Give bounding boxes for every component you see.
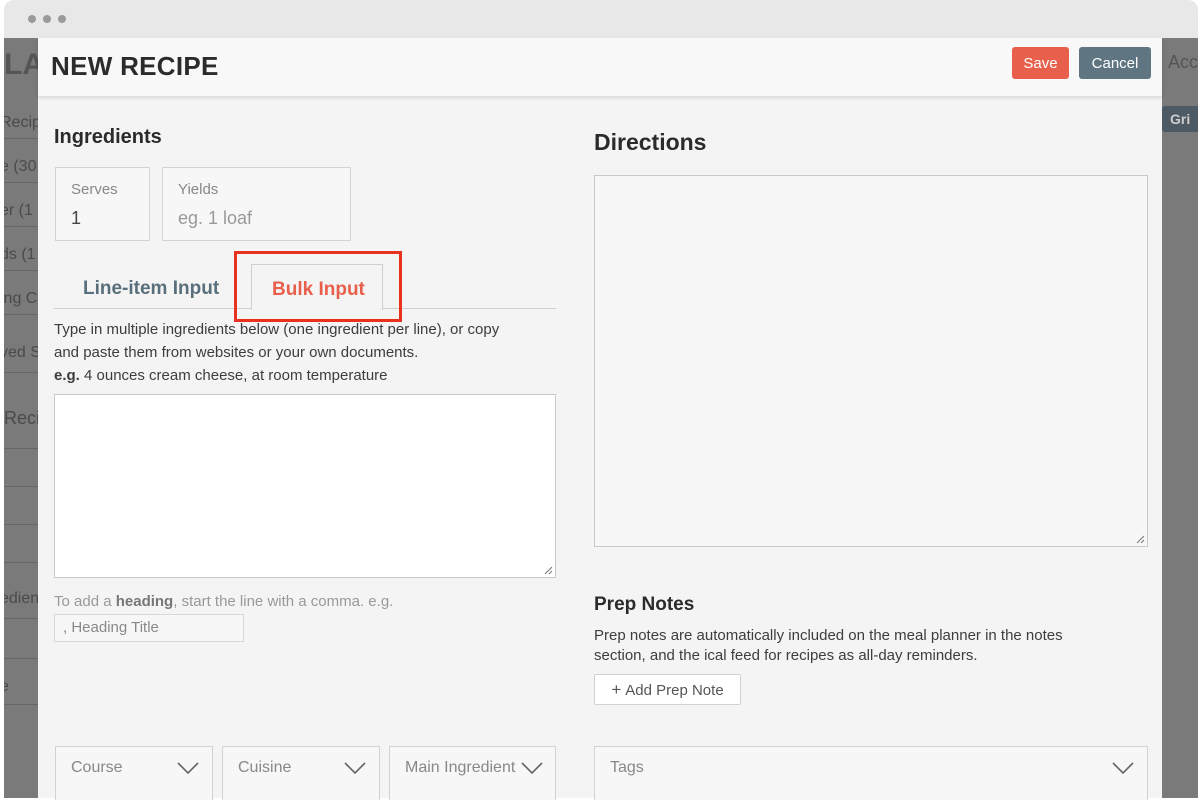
background-sidebar-item: ved S bbox=[4, 344, 41, 361]
yields-label: Yields bbox=[178, 181, 219, 198]
background-divider bbox=[4, 138, 38, 139]
example-text: 4 ounces cream cheese, at room temperatu… bbox=[84, 367, 388, 384]
cancel-button[interactable]: Cancel bbox=[1079, 47, 1151, 79]
course-select[interactable]: Course bbox=[55, 746, 213, 800]
new-recipe-modal: NEW RECIPE Save Cancel Ingredients Serve… bbox=[38, 38, 1162, 800]
background-divider bbox=[4, 270, 38, 271]
background-sidebar-item: ds (1 bbox=[4, 246, 36, 263]
help-line-1: Type in multiple ingredients below (one … bbox=[54, 321, 500, 338]
prep-notes-heading: Prep Notes bbox=[594, 594, 695, 615]
chevron-down-icon bbox=[177, 762, 199, 774]
add-prep-note-button[interactable]: + Add Prep Note bbox=[594, 674, 741, 705]
plus-icon: + bbox=[611, 679, 622, 699]
background-divider bbox=[4, 372, 38, 373]
background-divider bbox=[4, 486, 38, 487]
background-divider bbox=[4, 524, 38, 525]
tags-select[interactable]: Tags bbox=[594, 746, 1148, 800]
background-divider bbox=[4, 618, 38, 619]
ingredients-heading: Ingredients bbox=[54, 126, 162, 148]
background-sidebar-item: Reci bbox=[4, 408, 41, 428]
background-divider bbox=[4, 314, 38, 315]
main-ingredient-select-label: Main Ingredient bbox=[405, 759, 516, 776]
background-sidebar-item: e (30 bbox=[4, 158, 37, 175]
browser-window: LA Acc Gri Recipe e (30 er (1 ds (1 ing … bbox=[0, 0, 1200, 800]
highlight-box bbox=[234, 251, 402, 322]
help-line-2: and paste them from websites or your own… bbox=[54, 344, 419, 361]
background-divider bbox=[4, 226, 38, 227]
background-sidebar-item: e bbox=[4, 678, 9, 695]
cuisine-select-label: Cuisine bbox=[238, 759, 292, 776]
prep-notes-description: Prep notes are automatically included on… bbox=[594, 627, 1063, 664]
background-sidebar-item: er (1 bbox=[4, 202, 33, 219]
background-divider bbox=[4, 704, 38, 705]
chevron-down-icon bbox=[521, 762, 543, 774]
modal-header: NEW RECIPE Save Cancel bbox=[38, 38, 1162, 96]
yields-placeholder: eg. 1 loaf bbox=[178, 208, 253, 228]
background-divider bbox=[4, 562, 38, 563]
heading-example: , Heading Title bbox=[54, 614, 244, 642]
example-prefix: e.g. bbox=[54, 367, 80, 384]
resize-handle-icon[interactable] bbox=[1136, 535, 1145, 544]
window-dot-icon[interactable] bbox=[28, 15, 36, 23]
chevron-down-icon bbox=[1112, 762, 1134, 774]
add-prep-note-label: Add Prep Note bbox=[625, 681, 724, 699]
window-titlebar bbox=[4, 0, 1198, 38]
serves-value: 1 bbox=[71, 208, 82, 228]
heading-hint: To add a heading, start the line with a … bbox=[54, 593, 393, 610]
page-title: NEW RECIPE bbox=[51, 51, 219, 81]
background-account-link: Acc bbox=[1167, 52, 1198, 72]
background-divider bbox=[4, 448, 38, 449]
yields-field[interactable]: Yields eg. 1 loaf bbox=[162, 167, 351, 241]
serves-label: Serves bbox=[71, 181, 118, 198]
background-divider bbox=[4, 658, 38, 659]
course-select-label: Course bbox=[71, 759, 123, 776]
main-ingredient-select[interactable]: Main Ingredient bbox=[389, 746, 556, 800]
heading-hint-post: , start the line with a comma. e.g. bbox=[173, 593, 394, 610]
serves-field[interactable]: Serves 1 bbox=[55, 167, 150, 241]
background-sidebar-item: edien bbox=[4, 590, 40, 607]
tab-line-item-input[interactable]: Line-item Input bbox=[83, 278, 219, 300]
cuisine-select[interactable]: Cuisine bbox=[222, 746, 380, 800]
tags-select-label: Tags bbox=[610, 759, 644, 776]
window-dot-icon[interactable] bbox=[58, 15, 66, 23]
resize-handle-icon[interactable] bbox=[544, 566, 553, 575]
window-dot-icon[interactable] bbox=[43, 15, 51, 23]
directions-textarea[interactable] bbox=[594, 175, 1148, 547]
chevron-down-icon bbox=[344, 762, 366, 774]
background-divider bbox=[4, 182, 38, 183]
heading-hint-pre: To add a bbox=[54, 593, 116, 610]
help-example: e.g. 4 ounces cream cheese, at room temp… bbox=[54, 364, 554, 387]
save-button[interactable]: Save bbox=[1012, 47, 1069, 79]
heading-hint-bold: heading bbox=[115, 593, 174, 610]
directions-heading: Directions bbox=[594, 129, 707, 155]
background-grid-button: Gri bbox=[1162, 106, 1198, 132]
background-sidebar-item: ing C bbox=[4, 290, 38, 307]
bulk-ingredients-textarea[interactable] bbox=[54, 394, 556, 578]
bulk-input-help: Type in multiple ingredients below (one … bbox=[54, 318, 554, 387]
